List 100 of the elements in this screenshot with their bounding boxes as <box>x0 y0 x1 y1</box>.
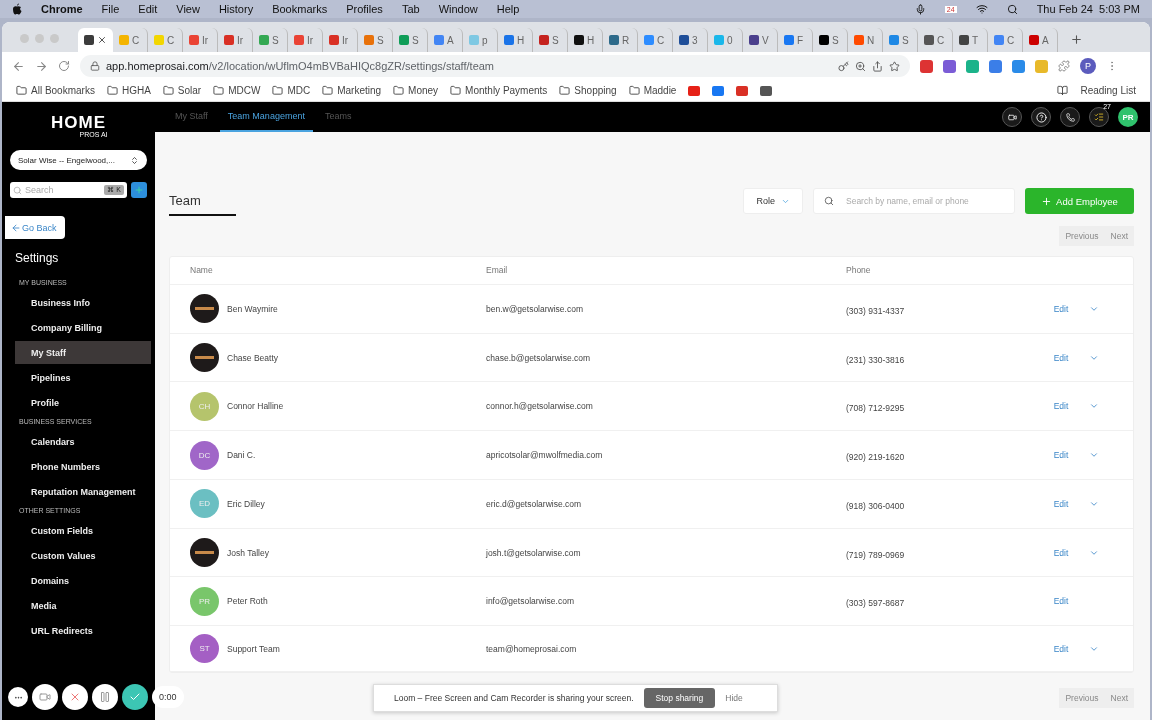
menu-item[interactable]: View <box>176 3 200 15</box>
search-icon <box>13 185 22 195</box>
bookmark[interactable]: Money <box>408 85 439 96</box>
location-select[interactable]: Solar Wise -- Engelwood,... <box>10 150 147 170</box>
email-cell-text: connor.h@getsolarwise.com <box>486 401 594 412</box>
menu-item[interactable]: Help <box>496 3 520 15</box>
initials-avatar: ST <box>190 634 219 664</box>
address-bar[interactable]: app.homeprosai.com/v2/location/wUflmO4mBVBaHIQc8gZR/settings/staff/team <box>80 55 910 77</box>
next-button[interactable]: Next <box>1104 226 1134 246</box>
sidebar-item[interactable]: URL Redirects <box>15 619 151 642</box>
share-icon[interactable] <box>872 60 883 72</box>
sidebar-item[interactable]: Profile <box>15 391 151 414</box>
sidebar-item[interactable]: Company Billing <box>15 316 151 339</box>
help-icon[interactable] <box>1031 107 1051 127</box>
previous-button[interactable]: Previous <box>1059 226 1105 246</box>
initials-avatar: DC <box>190 440 219 470</box>
browser-tab[interactable] <box>78 28 113 52</box>
bookmark[interactable]: All Bookmarks <box>31 85 95 96</box>
employee-name: Chase Beatty <box>227 352 279 363</box>
extension-icon[interactable] <box>920 59 933 73</box>
extension-icon[interactable] <box>966 59 979 73</box>
close-icon[interactable] <box>97 35 107 45</box>
bookmark[interactable]: HGHA <box>121 85 151 96</box>
next-button[interactable]: Next <box>1104 688 1134 708</box>
sidebar-item[interactable]: Media <box>15 594 151 617</box>
previous-button[interactable]: Previous <box>1059 688 1105 708</box>
extension-icon[interactable] <box>989 59 1002 73</box>
go-back-button[interactable]: Go Back <box>5 216 65 239</box>
phone-cell: (231) 330-3816 <box>846 354 905 365</box>
bookmark[interactable]: MDCW <box>228 85 261 96</box>
menu-item[interactable]: Bookmarks <box>272 3 328 15</box>
check-icon <box>129 691 141 703</box>
page-title: Team <box>169 186 236 216</box>
nav-tab[interactable]: My Staff <box>167 102 216 132</box>
menu-item[interactable]: History <box>218 3 254 15</box>
extensions-icon[interactable] <box>1058 60 1070 72</box>
hide-button[interactable]: Hide <box>725 693 743 703</box>
sidebar-item[interactable]: Phone Numbers <box>15 455 151 478</box>
initials-avatar: ED <box>190 489 219 519</box>
star-icon[interactable] <box>889 60 900 72</box>
employee-name: Ben Waymire <box>227 303 278 314</box>
camera-icon <box>39 691 51 703</box>
add-employee-button[interactable]: Add Employee <box>1025 188 1134 214</box>
extension-icon[interactable] <box>1012 59 1025 73</box>
phone-cell: (303) 931-4337 <box>846 305 905 316</box>
sidebar-item[interactable]: Pipelines <box>15 366 151 389</box>
sidebar-item[interactable]: Business Info <box>15 291 151 314</box>
sidebar-item[interactable]: Custom Fields <box>15 519 151 542</box>
folder-icon <box>628 85 640 96</box>
search-icon[interactable] <box>1006 3 1018 15</box>
sidebar-item[interactable]: Calendars <box>15 430 151 453</box>
key-icon[interactable] <box>838 60 849 72</box>
add-button[interactable] <box>131 182 147 198</box>
bookmark[interactable]: Shopping <box>574 85 617 96</box>
back-icon[interactable] <box>12 59 25 73</box>
new-tab-icon[interactable] <box>1070 33 1083 46</box>
menu-clock[interactable]: Thu Feb 24 5:03 PM <box>1036 3 1140 15</box>
sidebar-item[interactable]: My Staff <box>15 341 151 364</box>
menu-item[interactable]: Tab <box>401 3 420 15</box>
menu-item[interactable]: File <box>101 3 120 15</box>
stop-sharing-button[interactable]: Stop sharing <box>643 688 716 708</box>
folder-icon <box>272 85 284 96</box>
bookmark[interactable]: Solar <box>177 85 202 96</box>
zoom-icon[interactable] <box>855 60 866 72</box>
folder-icon <box>559 85 571 96</box>
phone-cell: (918) 306-0400 <box>846 500 905 511</box>
profile-avatar[interactable]: P <box>1080 58 1096 74</box>
email-cell-text: josh.t@getsolarwise.com <box>486 547 582 558</box>
menu-item[interactable]: Chrome <box>41 3 83 15</box>
sidebar-item[interactable]: Domains <box>15 569 151 592</box>
column-header: Name <box>190 265 214 276</box>
reading-list-icon[interactable] <box>1057 85 1069 96</box>
reading-list[interactable]: Reading List <box>1080 85 1136 96</box>
role-dropdown[interactable]: Role <box>743 188 803 214</box>
sidebar-item[interactable]: Reputation Management <box>15 480 151 503</box>
up-down-chevron-icon <box>130 155 139 165</box>
reload-icon[interactable] <box>58 60 70 72</box>
nav-tab[interactable]: Teams <box>316 102 360 132</box>
recording-timer: 0:00 <box>152 686 184 708</box>
forward-icon[interactable] <box>35 59 48 73</box>
bookmark[interactable]: Maddie <box>643 85 677 96</box>
microphone-icon[interactable] <box>914 3 926 15</box>
wifi-icon[interactable] <box>975 3 988 15</box>
employee-name: Peter Roth <box>227 596 268 607</box>
plus-icon <box>1041 195 1053 207</box>
bookmark[interactable]: Monthly Payments <box>465 85 548 96</box>
extension-icon[interactable] <box>943 59 956 73</box>
menu-item[interactable]: Profiles <box>346 3 383 15</box>
window-close-dot[interactable] <box>20 34 29 43</box>
bookmark[interactable]: Marketing <box>337 85 382 96</box>
bookmark[interactable]: MDC <box>287 85 311 96</box>
menu-item[interactable]: Edit <box>138 3 158 15</box>
phone-icon[interactable] <box>1060 107 1080 127</box>
window-minimize-dot[interactable] <box>35 34 44 43</box>
sidebar-item[interactable]: Custom Values <box>15 544 151 567</box>
apple-logo-icon[interactable] <box>12 3 22 15</box>
window-zoom-dot[interactable] <box>50 34 59 43</box>
phone-cell: (708) 712-9295 <box>846 403 905 414</box>
nav-tab[interactable]: Team Management <box>219 102 313 132</box>
menu-item[interactable]: Window <box>438 3 478 15</box>
